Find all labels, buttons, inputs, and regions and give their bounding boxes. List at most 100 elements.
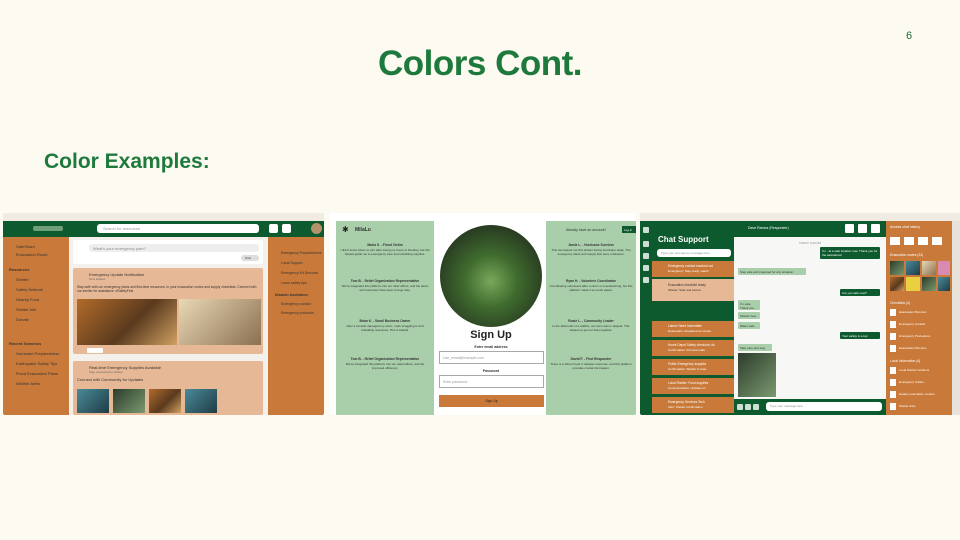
email-input[interactable]: Use_email@example.com: [439, 351, 544, 364]
chat-video-icon[interactable]: [871, 224, 880, 233]
password-input[interactable]: Enter password: [439, 375, 544, 388]
testimonial-text: In the aftermath of a wildfire, our town…: [552, 324, 630, 332]
media-thumb[interactable]: [938, 277, 950, 291]
message-bubble-in: Shelter here: [738, 312, 760, 319]
chat-message-icon[interactable]: [643, 241, 649, 247]
chat-user-icon[interactable]: [643, 277, 649, 283]
conversation-name: Emergency contact reached out: [668, 264, 714, 268]
chat-contact-name: Dave Ramos (Responder): [748, 226, 789, 230]
slide-title: Colors Cont.: [378, 44, 582, 83]
slide-subtitle: Color Examples:: [44, 150, 210, 173]
testimonial-text: We've integrated this platform into our …: [345, 362, 425, 370]
post1-photo-goggles: [179, 299, 261, 345]
chat-message-input[interactable]: Type your message here: [766, 402, 882, 411]
recent-header: Recent Searches: [9, 341, 42, 346]
media-thumb[interactable]: [890, 277, 904, 291]
recent-item[interactable]: Flood Evacuation Plans: [16, 371, 58, 376]
doc-file-icon: [890, 321, 896, 328]
conversation-name: Home Depot Safety checkout: do: [668, 343, 715, 347]
testimonial-name: Jamie L. - Hurricane Survivor: [568, 243, 614, 247]
right-item[interactable]: Local Support: [281, 261, 323, 265]
right-item[interactable]: Emergency Kit Services: [281, 271, 323, 275]
post2-meta: Stay connected to shelter: [89, 370, 123, 374]
feed-avatar[interactable]: [311, 223, 322, 234]
sidebar-item-safeshare[interactable]: SafeShare: [16, 244, 35, 249]
chat-search-icon[interactable]: [845, 224, 854, 233]
link-item[interactable]: Nearby evacuation centers: [899, 392, 949, 396]
right-item[interactable]: Emergency Preparedness: [281, 251, 323, 255]
resource-item[interactable]: Donate: [16, 317, 29, 322]
feed-search-input[interactable]: Search for resources: [97, 224, 259, 233]
right-item[interactable]: Emergency contact: [281, 302, 323, 306]
resource-item[interactable]: Shelter: [16, 277, 29, 282]
conversation-sub: Alert: Shelter confirmation: [668, 405, 703, 409]
chat-image-icon[interactable]: [753, 404, 759, 410]
testimonial-text: I didn't know where to turn after losing…: [340, 248, 430, 256]
chat-home-icon[interactable]: [643, 227, 649, 233]
media-thumb[interactable]: [922, 277, 936, 291]
recent-item[interactable]: Earthquake Safety Tips: [16, 361, 57, 366]
right-item[interactable]: Learn safety tips: [281, 281, 323, 285]
media-thumb[interactable]: [906, 277, 920, 291]
resource-item[interactable]: Nearby Food: [16, 297, 39, 302]
conversation-sub: Shelter: Safe and secure: [668, 288, 702, 292]
post2-body: Connect with Community for Updates: [77, 377, 144, 382]
chat-emoji-icon[interactable]: [745, 404, 751, 410]
recent-item[interactable]: Wildfire Alerts: [16, 381, 40, 386]
link-item[interactable]: Shelter links: [899, 404, 949, 408]
chat-info-tool-icon[interactable]: [890, 237, 900, 245]
chat-attach-icon[interactable]: [737, 404, 743, 410]
feed-left-sidebar: [3, 237, 69, 415]
chat-history-header: Access chat history: [890, 225, 921, 229]
link-item[interactable]: Local Shelter locations: [899, 368, 949, 372]
page-number: 6: [906, 30, 913, 42]
resource-item[interactable]: Safety Network: [16, 287, 43, 292]
testimonial-text: This site helped me find shelter during …: [551, 248, 631, 256]
checklists-header: Checklists (4): [890, 301, 910, 305]
chat-screenshot: Chat Support Type your emergency message…: [640, 213, 960, 415]
chat-alert-icon[interactable]: [643, 253, 649, 259]
chat-map-icon[interactable]: [643, 265, 649, 271]
right-item[interactable]: Emergency protocols: [281, 311, 323, 315]
sidebar-item-evacuation[interactable]: Evacuation Route: [16, 252, 48, 257]
signup-button[interactable]: Sign Up: [439, 395, 544, 407]
testimonial-name: Brian K. - Small Business Owner: [359, 319, 411, 323]
feed-screenshot: Search for resources SafeShare Evacuatio…: [3, 213, 324, 415]
doc-item[interactable]: Evacuation Plan.doc: [899, 310, 949, 314]
password-label: Password: [482, 369, 500, 373]
doc-item[interactable]: Emergency Contact: [899, 322, 949, 326]
conversation-search[interactable]: Type your emergency message here: [657, 249, 731, 257]
feed-bell-icon[interactable]: [282, 224, 291, 233]
login-prompt: Already have an account?: [566, 228, 607, 232]
post-button[interactable]: Post: [241, 255, 259, 261]
media-thumb[interactable]: [922, 261, 936, 275]
chat-call-icon[interactable]: [858, 224, 867, 233]
login-button[interactable]: Log in: [622, 226, 636, 233]
right-header: Disaster Assistance: [275, 293, 309, 297]
link-item[interactable]: Emergency hotline: [899, 380, 949, 384]
post-input[interactable]: What's your emergency plan?: [89, 244, 259, 252]
chat-info-panel-edge: [952, 221, 960, 415]
resource-item[interactable]: Shelter info: [16, 307, 36, 312]
post2-photo: [149, 389, 181, 413]
chat-info-tool-icon[interactable]: [904, 237, 914, 245]
testimonial-text: After a tornado damaged my store, I was …: [346, 324, 424, 332]
doc-item[interactable]: Emergency Procedures: [899, 334, 949, 338]
link-icon: [890, 367, 896, 374]
chat-info-tool-icon[interactable]: [932, 237, 942, 245]
testimonial-text: Coordinating volunteers after a storm is…: [549, 284, 633, 292]
conversation-name: Emergency Services Tech: [668, 400, 705, 404]
testimonial-name: Maria S. - Flood Victim: [367, 243, 403, 247]
feed-settings-icon[interactable]: [269, 224, 278, 233]
chat-info-tool-icon[interactable]: [918, 237, 928, 245]
media-thumb[interactable]: [890, 261, 904, 275]
doc-item[interactable]: Evacuation Plan.doc: [899, 346, 949, 350]
recent-item[interactable]: Hurricane Preparedness: [16, 351, 59, 356]
media-thumb[interactable]: [906, 261, 920, 275]
link-icon: [890, 391, 896, 398]
post1-action-button[interactable]: [87, 348, 103, 353]
message-bubble-in: Take care and stay: [738, 344, 772, 351]
testimonial-text: We've integrated this platform into our …: [341, 284, 429, 292]
testimonial-name: Rosie L. - Community Leader: [568, 319, 614, 323]
media-thumb[interactable]: [938, 261, 950, 275]
